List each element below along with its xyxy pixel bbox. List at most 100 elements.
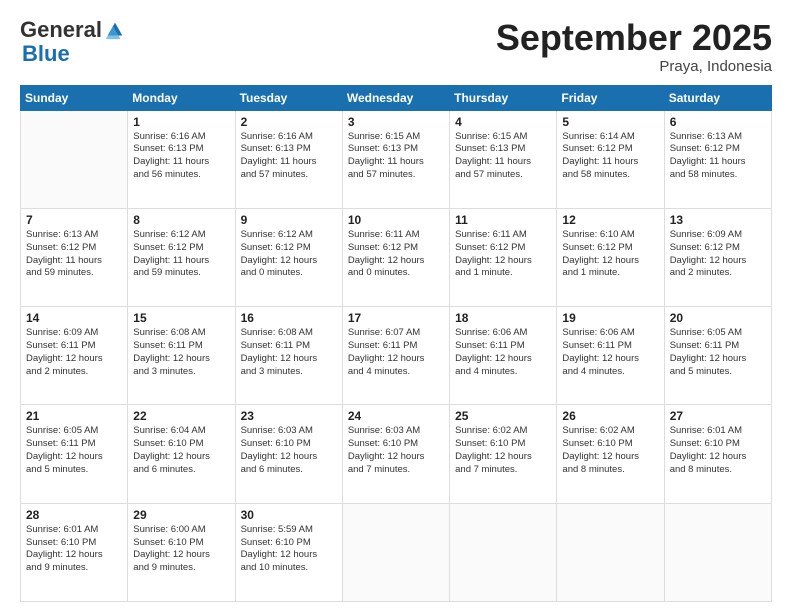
logo-general: General — [20, 18, 102, 42]
day-number: 26 — [562, 409, 658, 423]
calendar-row-1: 7 Sunrise: 6:13 AM Sunset: 6:12 PM Daylig… — [21, 208, 772, 306]
day-number: 5 — [562, 115, 658, 129]
day-number: 13 — [670, 213, 766, 227]
calendar-cell: 17 Sunrise: 6:07 AM Sunset: 6:11 PM Dayli… — [342, 307, 449, 405]
calendar-cell: 29Sunrise: 6:00 AM Sunset: 6:10 PM Dayli… — [128, 503, 235, 601]
month-title: September 2025 — [496, 18, 772, 58]
calendar-cell: 22Sunrise: 6:04 AM Sunset: 6:10 PM Dayli… — [128, 405, 235, 503]
calendar-cell: 20 Sunrise: 6:05 AM Sunset: 6:11 PM Dayli… — [664, 307, 771, 405]
day-info: Sunrise: 6:01 AM Sunset: 6:10 PM Dayligh… — [26, 524, 122, 575]
title-block: September 2025 Praya, Indonesia — [496, 18, 772, 75]
day-number: 10 — [348, 213, 444, 227]
calendar-cell: 2 Sunrise: 6:16 AM Sunset: 6:13 PM Daylig… — [235, 110, 342, 208]
day-number: 22 — [133, 409, 229, 423]
day-info: Sunrise: 6:02 AM Sunset: 6:10 PM Dayligh… — [455, 425, 551, 476]
weekday-header-friday: Friday — [557, 85, 664, 110]
day-number: 14 — [26, 311, 122, 325]
calendar-cell: 11 Sunrise: 6:11 AM Sunset: 6:12 PM Dayli… — [450, 208, 557, 306]
day-info: Sunrise: 6:00 AM Sunset: 6:10 PM Dayligh… — [133, 524, 229, 575]
calendar-table: SundayMondayTuesdayWednesdayThursdayFrid… — [20, 85, 772, 602]
calendar-cell: 24Sunrise: 6:03 AM Sunset: 6:10 PM Dayli… — [342, 405, 449, 503]
logo: General Blue — [20, 18, 126, 66]
calendar-cell: 27 Sunrise: 6:01 AM Sunset: 6:10 PM Dayli… — [664, 405, 771, 503]
day-info: Sunrise: 6:02 AM Sunset: 6:10 PM Dayligh… — [562, 425, 658, 476]
day-number: 3 — [348, 115, 444, 129]
calendar-cell: 4 Sunrise: 6:15 AM Sunset: 6:13 PM Daylig… — [450, 110, 557, 208]
weekday-header-monday: Monday — [128, 85, 235, 110]
calendar-cell: 30 Sunrise: 5:59 AM Sunset: 6:10 PM Dayli… — [235, 503, 342, 601]
calendar-cell — [557, 503, 664, 601]
day-number: 6 — [670, 115, 766, 129]
calendar-cell: 28 Sunrise: 6:01 AM Sunset: 6:10 PM Dayli… — [21, 503, 128, 601]
day-number: 20 — [670, 311, 766, 325]
calendar-cell — [450, 503, 557, 601]
calendar-cell: 7 Sunrise: 6:13 AM Sunset: 6:12 PM Daylig… — [21, 208, 128, 306]
day-info: Sunrise: 6:06 AM Sunset: 6:11 PM Dayligh… — [455, 327, 551, 378]
day-info: Sunrise: 6:03 AM Sunset: 6:10 PM Dayligh… — [241, 425, 337, 476]
weekday-header-thursday: Thursday — [450, 85, 557, 110]
day-info: Sunrise: 6:10 AM Sunset: 6:12 PM Dayligh… — [562, 229, 658, 280]
calendar-cell: 5Sunrise: 6:14 AM Sunset: 6:12 PM Daylig… — [557, 110, 664, 208]
day-info: Sunrise: 6:08 AM Sunset: 6:11 PM Dayligh… — [133, 327, 229, 378]
day-number: 30 — [241, 508, 337, 522]
calendar-cell: 13 Sunrise: 6:09 AM Sunset: 6:12 PM Dayli… — [664, 208, 771, 306]
day-info: Sunrise: 6:09 AM Sunset: 6:11 PM Dayligh… — [26, 327, 122, 378]
calendar-cell: 12 Sunrise: 6:10 AM Sunset: 6:12 PM Dayli… — [557, 208, 664, 306]
day-number: 4 — [455, 115, 551, 129]
day-number: 9 — [241, 213, 337, 227]
weekday-header-row: SundayMondayTuesdayWednesdayThursdayFrid… — [21, 85, 772, 110]
day-info: Sunrise: 6:01 AM Sunset: 6:10 PM Dayligh… — [670, 425, 766, 476]
calendar-cell — [21, 110, 128, 208]
day-number: 17 — [348, 311, 444, 325]
calendar-cell: 16 Sunrise: 6:08 AM Sunset: 6:11 PM Dayli… — [235, 307, 342, 405]
calendar-cell: 23 Sunrise: 6:03 AM Sunset: 6:10 PM Dayli… — [235, 405, 342, 503]
day-info: Sunrise: 6:16 AM Sunset: 6:13 PM Dayligh… — [241, 131, 337, 182]
calendar-row-2: 14 Sunrise: 6:09 AM Sunset: 6:11 PM Dayli… — [21, 307, 772, 405]
day-info: Sunrise: 6:15 AM Sunset: 6:13 PM Dayligh… — [455, 131, 551, 182]
calendar-cell: 14 Sunrise: 6:09 AM Sunset: 6:11 PM Dayli… — [21, 307, 128, 405]
day-number: 15 — [133, 311, 229, 325]
calendar-cell: 26 Sunrise: 6:02 AM Sunset: 6:10 PM Dayli… — [557, 405, 664, 503]
day-info: Sunrise: 6:13 AM Sunset: 6:12 PM Dayligh… — [26, 229, 122, 280]
calendar-cell: 19 Sunrise: 6:06 AM Sunset: 6:11 PM Dayli… — [557, 307, 664, 405]
logo-blue: Blue — [22, 41, 70, 66]
day-info: Sunrise: 6:11 AM Sunset: 6:12 PM Dayligh… — [348, 229, 444, 280]
day-info: Sunrise: 6:16 AM Sunset: 6:13 PM Dayligh… — [133, 131, 229, 182]
day-info: Sunrise: 6:05 AM Sunset: 6:11 PM Dayligh… — [670, 327, 766, 378]
weekday-header-tuesday: Tuesday — [235, 85, 342, 110]
day-info: Sunrise: 5:59 AM Sunset: 6:10 PM Dayligh… — [241, 524, 337, 575]
day-number: 16 — [241, 311, 337, 325]
day-number: 27 — [670, 409, 766, 423]
calendar-cell: 6 Sunrise: 6:13 AM Sunset: 6:12 PM Daylig… — [664, 110, 771, 208]
day-info: Sunrise: 6:09 AM Sunset: 6:12 PM Dayligh… — [670, 229, 766, 280]
day-info: Sunrise: 6:08 AM Sunset: 6:11 PM Dayligh… — [241, 327, 337, 378]
day-info: Sunrise: 6:15 AM Sunset: 6:13 PM Dayligh… — [348, 131, 444, 182]
weekday-header-wednesday: Wednesday — [342, 85, 449, 110]
weekday-header-saturday: Saturday — [664, 85, 771, 110]
page: General Blue September 2025 Praya, Indon… — [0, 0, 792, 612]
day-number: 7 — [26, 213, 122, 227]
day-number: 28 — [26, 508, 122, 522]
calendar-row-0: 1Sunrise: 6:16 AM Sunset: 6:13 PM Daylig… — [21, 110, 772, 208]
day-info: Sunrise: 6:11 AM Sunset: 6:12 PM Dayligh… — [455, 229, 551, 280]
location: Praya, Indonesia — [496, 58, 772, 75]
day-info: Sunrise: 6:07 AM Sunset: 6:11 PM Dayligh… — [348, 327, 444, 378]
day-info: Sunrise: 6:03 AM Sunset: 6:10 PM Dayligh… — [348, 425, 444, 476]
calendar-cell: 18 Sunrise: 6:06 AM Sunset: 6:11 PM Dayli… — [450, 307, 557, 405]
calendar-cell: 25Sunrise: 6:02 AM Sunset: 6:10 PM Dayli… — [450, 405, 557, 503]
logo-icon — [104, 19, 126, 41]
calendar-row-3: 21Sunrise: 6:05 AM Sunset: 6:11 PM Dayli… — [21, 405, 772, 503]
calendar-row-4: 28 Sunrise: 6:01 AM Sunset: 6:10 PM Dayli… — [21, 503, 772, 601]
day-number: 11 — [455, 213, 551, 227]
calendar-cell: 9 Sunrise: 6:12 AM Sunset: 6:12 PM Daylig… — [235, 208, 342, 306]
day-info: Sunrise: 6:13 AM Sunset: 6:12 PM Dayligh… — [670, 131, 766, 182]
calendar-cell: 15 Sunrise: 6:08 AM Sunset: 6:11 PM Dayli… — [128, 307, 235, 405]
day-number: 19 — [562, 311, 658, 325]
calendar-cell — [342, 503, 449, 601]
day-number: 12 — [562, 213, 658, 227]
day-number: 23 — [241, 409, 337, 423]
day-number: 2 — [241, 115, 337, 129]
day-info: Sunrise: 6:06 AM Sunset: 6:11 PM Dayligh… — [562, 327, 658, 378]
day-number: 18 — [455, 311, 551, 325]
day-info: Sunrise: 6:12 AM Sunset: 6:12 PM Dayligh… — [241, 229, 337, 280]
